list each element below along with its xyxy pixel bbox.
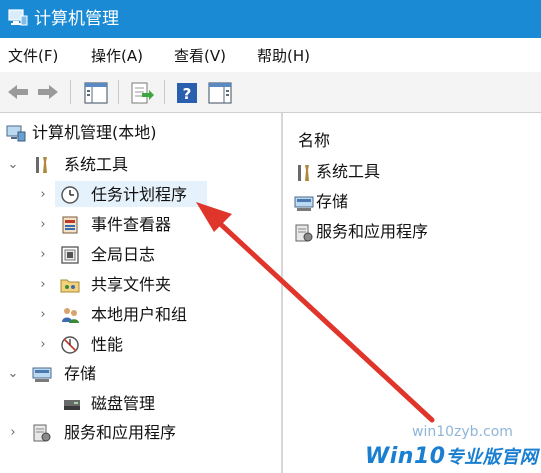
- export-list-icon[interactable]: [130, 82, 154, 104]
- tree-label: 本地用户和组: [91, 305, 188, 324]
- toolbar-separator: [70, 80, 71, 104]
- forward-icon[interactable]: [36, 82, 60, 102]
- menu-file[interactable]: 文件(F): [8, 46, 58, 66]
- list-item-label: 系统工具: [316, 162, 381, 181]
- tree-label: 系统工具: [64, 155, 129, 174]
- tree-label: 服务和应用程序: [64, 423, 177, 442]
- shared-folder-icon: [60, 279, 80, 293]
- tree-label: 存储: [64, 364, 97, 383]
- computer-management-icon: [6, 125, 26, 142]
- tree-label: 计算机管理(本地): [32, 123, 157, 142]
- computer-management-icon: [8, 9, 28, 26]
- menu-action[interactable]: 操作(A): [91, 46, 143, 66]
- tree-item-local-users-groups[interactable]: › 本地用户和组: [0, 302, 281, 328]
- chevron-down-icon[interactable]: ⌄: [6, 366, 20, 381]
- system-tools-icon: [36, 157, 47, 173]
- chevron-right-icon[interactable]: ›: [36, 187, 50, 202]
- tree-label: 全局日志: [91, 245, 156, 264]
- tree-item-storage[interactable]: ⌄ 存储: [0, 361, 281, 387]
- show-hide-console-tree-icon[interactable]: [84, 82, 108, 104]
- tree-item-services-applications[interactable]: › 服务和应用程序: [0, 420, 281, 446]
- tree-label: 事件查看器: [91, 215, 172, 234]
- chevron-right-icon[interactable]: ›: [36, 307, 50, 322]
- tree-label: 任务计划程序: [91, 185, 188, 204]
- chevron-right-icon[interactable]: ›: [36, 247, 50, 262]
- tree-item-disk-management[interactable]: 磁盘管理: [0, 391, 281, 417]
- show-hide-action-pane-icon[interactable]: [208, 82, 232, 104]
- list-item-label: 存储: [316, 192, 349, 211]
- disk-icon: [64, 400, 80, 410]
- list-item-label: 服务和应用程序: [316, 222, 429, 241]
- chevron-right-icon[interactable]: ›: [36, 277, 50, 292]
- chevron-right-icon[interactable]: ›: [6, 425, 20, 440]
- tree-item-task-scheduler[interactable]: › 任务计划程序: [0, 182, 281, 208]
- watermark-url: win10zyb.com: [412, 424, 513, 440]
- event-viewer-icon: [62, 216, 78, 234]
- menu-help[interactable]: 帮助(H): [257, 46, 310, 66]
- system-tools-icon: [298, 165, 309, 181]
- tree-label: 磁盘管理: [91, 394, 156, 413]
- tree-item-system-tools[interactable]: ⌄ 系统工具: [0, 152, 281, 178]
- tree-item-performance[interactable]: › 性能: [0, 332, 281, 358]
- tree-item-shared-folders[interactable]: › 共享文件夹: [0, 272, 281, 298]
- clock-icon: [61, 186, 79, 204]
- tree-item-event-viewer[interactable]: › 事件查看器: [0, 212, 281, 238]
- watermark-brand: Win10专业版官网: [365, 443, 538, 469]
- performance-icon: [61, 336, 79, 354]
- storage-icon: [32, 367, 52, 382]
- services-icon: [295, 224, 313, 242]
- chevron-down-icon[interactable]: ⌄: [6, 157, 20, 172]
- pane-splitter[interactable]: [281, 113, 283, 473]
- menu-bar: 文件(F) 操作(A) 查看(V) 帮助(H): [0, 38, 541, 72]
- chevron-right-icon[interactable]: ›: [36, 337, 50, 352]
- toolbar-separator: [164, 80, 165, 104]
- tree-item-computer-management[interactable]: 计算机管理(本地): [0, 120, 281, 146]
- toolbar: ?: [0, 72, 541, 113]
- results-pane: 名称 系统工具 存储 服务和应用程序: [284, 113, 541, 473]
- svg-text:?: ?: [183, 85, 192, 103]
- services-icon: [33, 424, 51, 442]
- tree-label: 性能: [91, 335, 124, 354]
- toolbar-separator: [118, 80, 119, 104]
- title-bar: 计算机管理: [0, 0, 541, 38]
- watermark-brand-suffix: 专业版官网: [445, 447, 539, 468]
- back-icon[interactable]: [6, 82, 30, 102]
- chevron-right-icon[interactable]: ›: [36, 217, 50, 232]
- log-icon: [61, 246, 79, 264]
- help-icon[interactable]: ?: [176, 82, 198, 104]
- tree-item-global-log[interactable]: › 全局日志: [0, 242, 281, 268]
- column-header-name[interactable]: 名称: [298, 127, 330, 151]
- users-icon: [62, 308, 79, 323]
- menu-view[interactable]: 查看(V): [174, 46, 226, 66]
- storage-icon: [294, 196, 314, 211]
- window-title: 计算机管理: [34, 9, 119, 29]
- tree-label: 共享文件夹: [91, 275, 172, 294]
- watermark-brand-name: Win10: [365, 444, 446, 469]
